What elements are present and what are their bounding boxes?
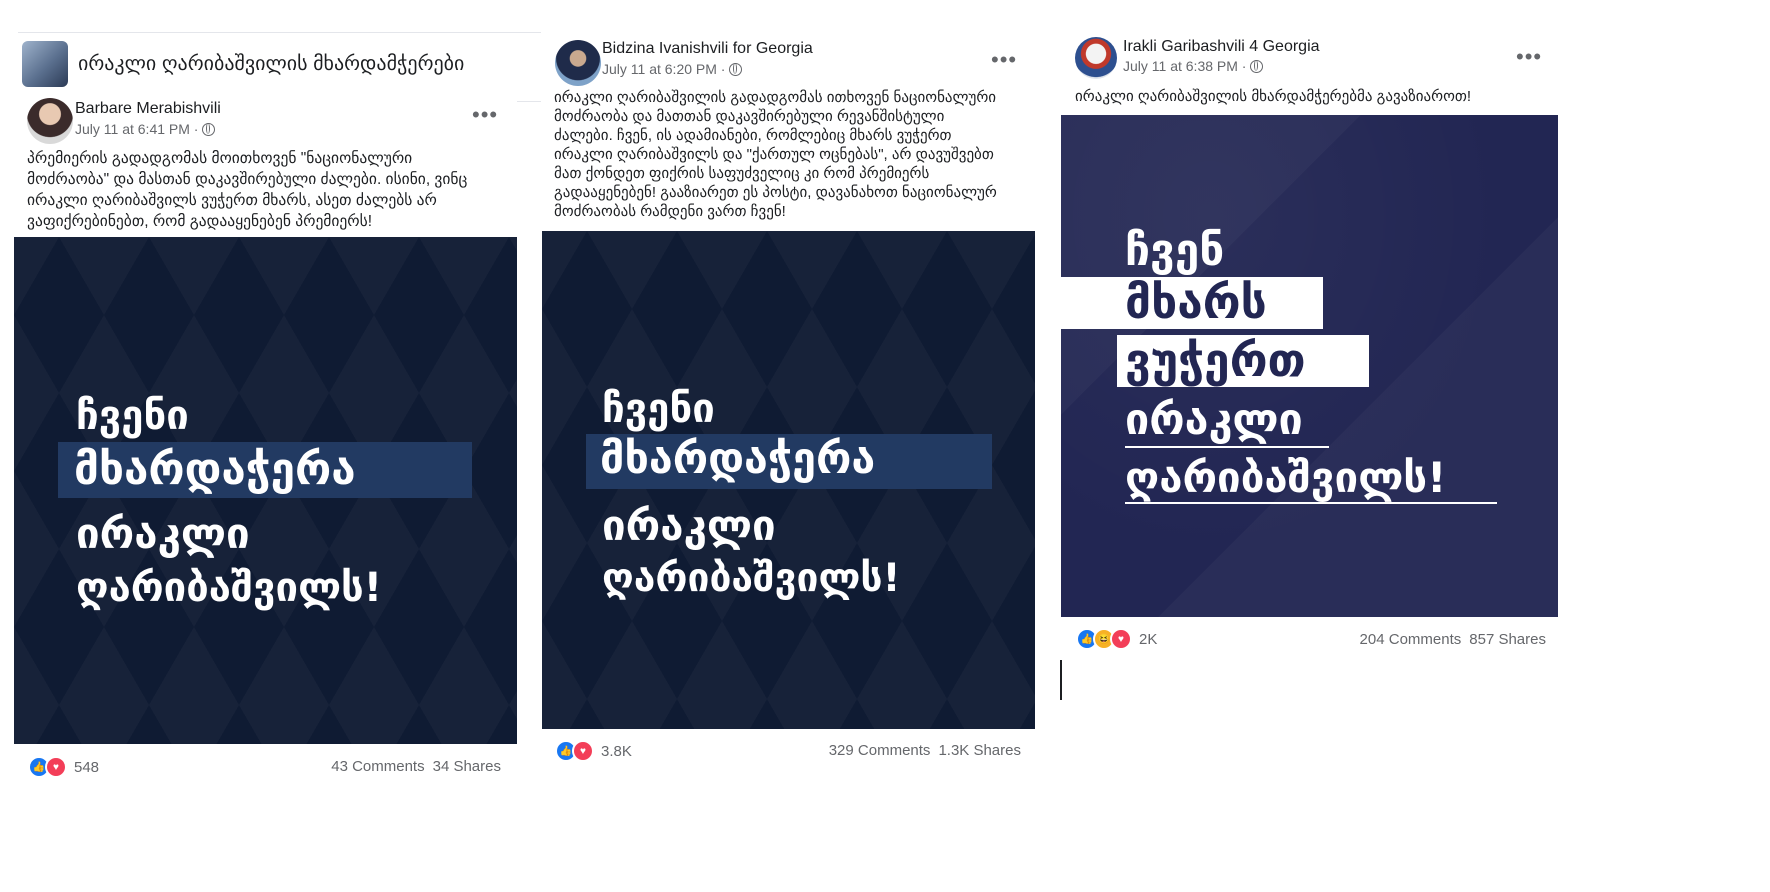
image-text-line: მხარდაჭერა: [74, 444, 356, 495]
post-timestamp[interactable]: July 11 at 6:41 PM ·: [75, 121, 198, 137]
globe-icon: [1250, 59, 1264, 73]
post-timestamp[interactable]: July 11 at 6:20 PM ·: [602, 61, 725, 77]
reaction-summary[interactable]: 👍 ♥ 548: [28, 756, 99, 778]
image-text-line: მხარდაჭერა: [600, 434, 876, 484]
more-options-icon[interactable]: •••: [472, 102, 498, 128]
image-text-line: ირაკლი: [76, 509, 250, 558]
avatar[interactable]: [1075, 37, 1117, 79]
author-name[interactable]: Irakli Garibashvili 4 Georgia: [1123, 38, 1320, 56]
post-stats: 204 Comments 857 Shares: [1360, 631, 1546, 648]
reaction-summary[interactable]: 👍 😆 ♥ 2K: [1076, 628, 1157, 650]
love-icon: ♥: [45, 756, 67, 778]
image-underline: [1125, 446, 1329, 448]
image-underline: [1125, 502, 1497, 504]
comments-count[interactable]: 329 Comments: [829, 742, 931, 759]
image-text-line: ღარიბაშვილს!: [602, 556, 901, 601]
globe-icon: [729, 62, 743, 76]
post-caption: პრემიერის გადადგომას მოითხოვენ "ნაციონალ…: [27, 150, 468, 230]
more-options-icon[interactable]: •••: [991, 47, 1017, 73]
post-meta: July 11 at 6:41 PM ·: [75, 121, 216, 137]
more-options-icon[interactable]: •••: [1516, 44, 1542, 70]
reaction-count: 2K: [1139, 630, 1158, 648]
comments-count[interactable]: 204 Comments: [1360, 631, 1462, 648]
author-name[interactable]: Bidzina Ivanishvili for Georgia: [602, 40, 813, 58]
post-image[interactable]: ჩვენ მხარს ვუჭერთ ირაკლი ღარიბაშვილს!: [1061, 115, 1558, 617]
post-meta: July 11 at 6:20 PM ·: [602, 61, 743, 77]
post-caption: ირაკლი ღარიბაშვილის მხარდამჭერებმა გავაზ…: [1075, 88, 1472, 105]
shares-count[interactable]: 34 Shares: [433, 758, 501, 775]
love-icon: ♥: [1110, 628, 1132, 650]
image-text-line: ჩვენ: [1125, 225, 1225, 276]
reaction-count: 548: [74, 758, 100, 776]
image-text-line: ღარიბაშვილს!: [76, 565, 383, 611]
group-avatar[interactable]: [22, 41, 68, 87]
text-cursor: [1060, 660, 1062, 700]
post-card: Bidzina Ivanishvili for Georgia July 11 …: [541, 30, 1035, 770]
image-text-line: ვუჭერთ: [1125, 333, 1306, 387]
love-icon: ♥: [572, 740, 594, 762]
image-text-line: ირაკლი: [602, 501, 776, 550]
image-text-line: ჩვენი: [602, 386, 715, 432]
shares-count[interactable]: 1.3K Shares: [938, 742, 1021, 759]
post-card: Barbare Merabishvili July 11 at 6:41 PM …: [14, 90, 517, 790]
comments-count[interactable]: 43 Comments: [331, 758, 424, 775]
avatar[interactable]: [555, 40, 601, 86]
post-caption: ირაკლი ღარიბაშვილის გადადგომას ითხოვენ ნ…: [554, 89, 997, 220]
image-text-line: ირაკლი: [1125, 395, 1303, 445]
post-timestamp[interactable]: July 11 at 6:38 PM ·: [1123, 58, 1246, 74]
post-stats: 43 Comments 34 Shares: [331, 758, 501, 775]
image-text-line: ჩვენი: [76, 393, 189, 439]
post-card: Irakli Garibashvili 4 Georgia July 11 at…: [1061, 28, 1558, 668]
post-image[interactable]: ჩვენი მხარდაჭერა ირაკლი ღარიბაშვილს!: [542, 231, 1035, 729]
post-meta: July 11 at 6:38 PM ·: [1123, 58, 1264, 74]
globe-icon: [202, 122, 216, 136]
author-name[interactable]: Barbare Merabishvili: [75, 100, 221, 118]
reaction-count: 3.8K: [601, 742, 632, 760]
reaction-summary[interactable]: 👍 ♥ 3.8K: [555, 740, 632, 762]
group-name[interactable]: ირაკლი ღარიბაშვილის მხარდამჭერები: [78, 51, 464, 76]
post-stats: 329 Comments 1.3K Shares: [829, 742, 1021, 759]
shares-count[interactable]: 857 Shares: [1469, 631, 1546, 648]
post-image[interactable]: ჩვენი მხარდაჭერა ირაკლი ღარიბაშვილს!: [14, 237, 517, 744]
image-text-line: მხარს: [1125, 275, 1267, 329]
avatar[interactable]: [27, 98, 73, 144]
image-text-line: ღარიბაშვილს!: [1125, 453, 1447, 502]
